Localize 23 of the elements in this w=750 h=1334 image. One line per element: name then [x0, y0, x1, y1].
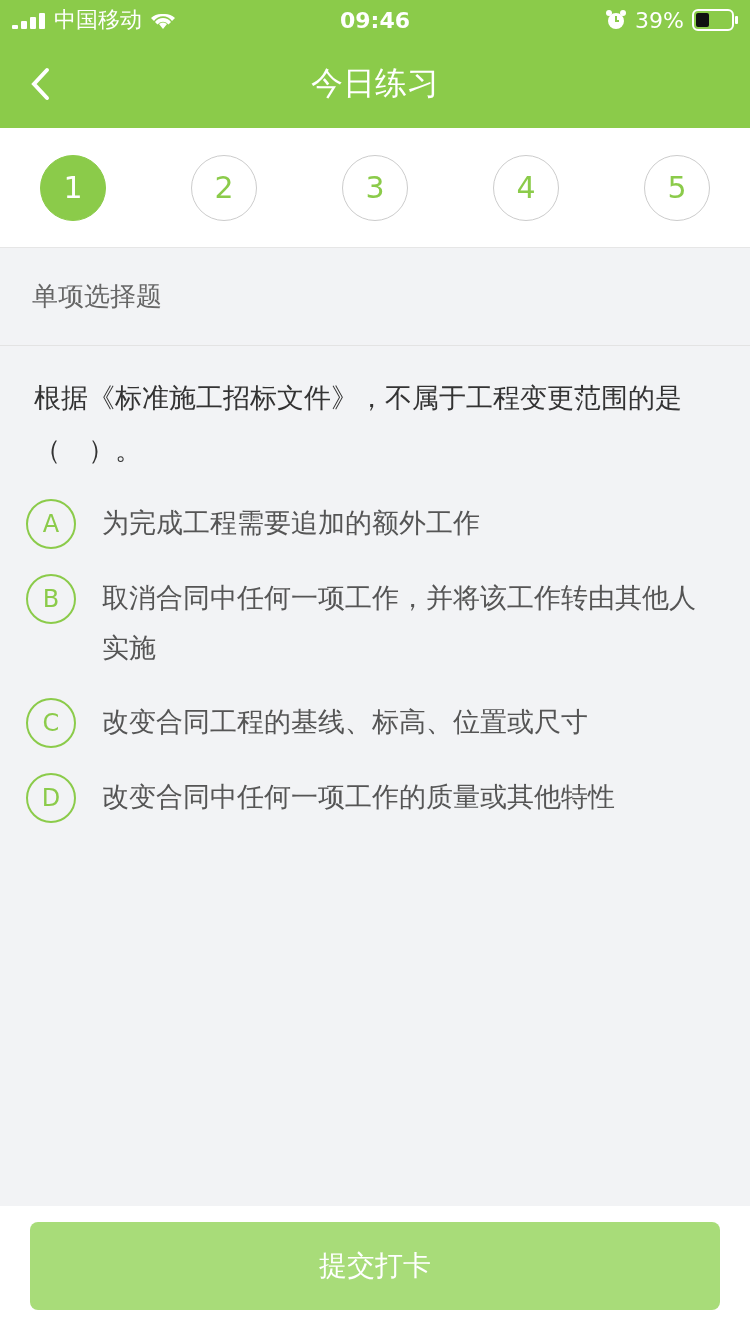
question-type: 单项选择题 — [32, 280, 162, 313]
battery-percent: 39% — [635, 7, 684, 33]
clock-time: 09:46 — [340, 7, 410, 33]
question-number-tab[interactable]: 1 — [40, 154, 106, 221]
option-text[interactable]: 取消合同中任何一项工作，并将该工作转由其他人实施 — [102, 573, 702, 673]
question-number-tab[interactable]: 2 — [191, 154, 257, 221]
question-text: 根据《标准施工招标文件》，不属于工程变更范围的是（ ）。 — [33, 381, 683, 467]
page-title: 今日练习 — [311, 63, 439, 104]
question-number-tab[interactable]: 4 — [493, 154, 559, 221]
option-letter[interactable]: D — [26, 773, 76, 823]
signal-icon — [12, 11, 46, 29]
option-text[interactable]: 改变合同工程的基线、标高、位置或尺寸 — [102, 697, 588, 747]
option-letter[interactable]: C — [26, 698, 76, 748]
option-letter[interactable]: B — [26, 574, 76, 624]
question-number-tab[interactable]: 5 — [644, 154, 710, 221]
option-letter[interactable]: A — [26, 499, 76, 549]
alarm-icon — [605, 9, 628, 31]
option-text[interactable]: 为完成工程需要追加的额外工作 — [102, 498, 480, 548]
carrier-name: 中国移动 — [54, 6, 142, 34]
battery-icon — [692, 9, 738, 31]
chevron-left-icon — [30, 67, 50, 101]
option-text[interactable]: 改变合同中任何一项工作的质量或其他特性 — [102, 772, 615, 822]
question-number-tab[interactable]: 3 — [342, 154, 408, 221]
